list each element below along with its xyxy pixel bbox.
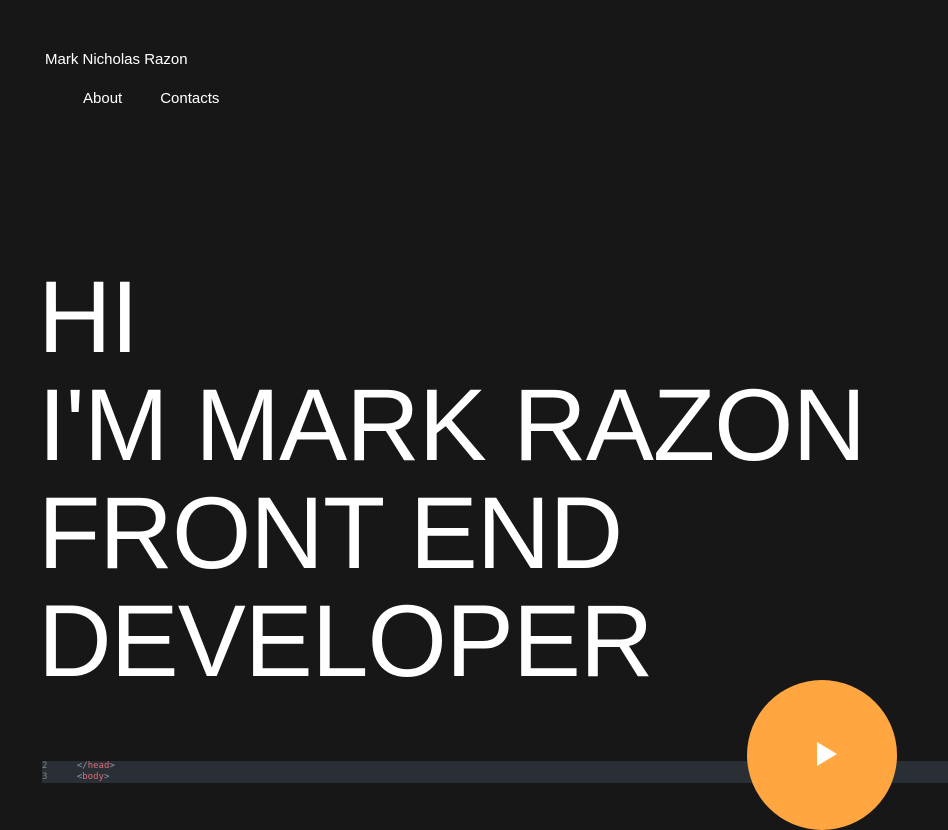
line-number: 2: [42, 761, 48, 771]
hero-line-role-2: DEVELOPER: [38, 584, 654, 698]
main-nav: About Contacts: [83, 90, 219, 108]
hero-line-greeting: HI: [38, 260, 139, 374]
play-icon: [817, 742, 837, 766]
code-tag-name: body: [82, 772, 104, 782]
code-bracket: >: [109, 761, 115, 771]
line-number: 3: [42, 772, 48, 782]
site-name[interactable]: Mark Nicholas Razon: [45, 51, 188, 69]
code-bracket: >: [103, 772, 110, 782]
hero-heading: HI I'M MARK RAZON FRONT END DEVELOPER: [38, 260, 866, 698]
play-button[interactable]: [747, 680, 897, 830]
hero-line-name: I'M MARK RAZON: [38, 368, 866, 482]
nav-item-contacts[interactable]: Contacts: [160, 90, 219, 108]
nav-item-about[interactable]: About: [83, 90, 122, 108]
code-bracket: </: [76, 761, 88, 771]
hero-line-role-1: FRONT END: [38, 476, 623, 590]
code-tag-name: head: [87, 761, 110, 771]
